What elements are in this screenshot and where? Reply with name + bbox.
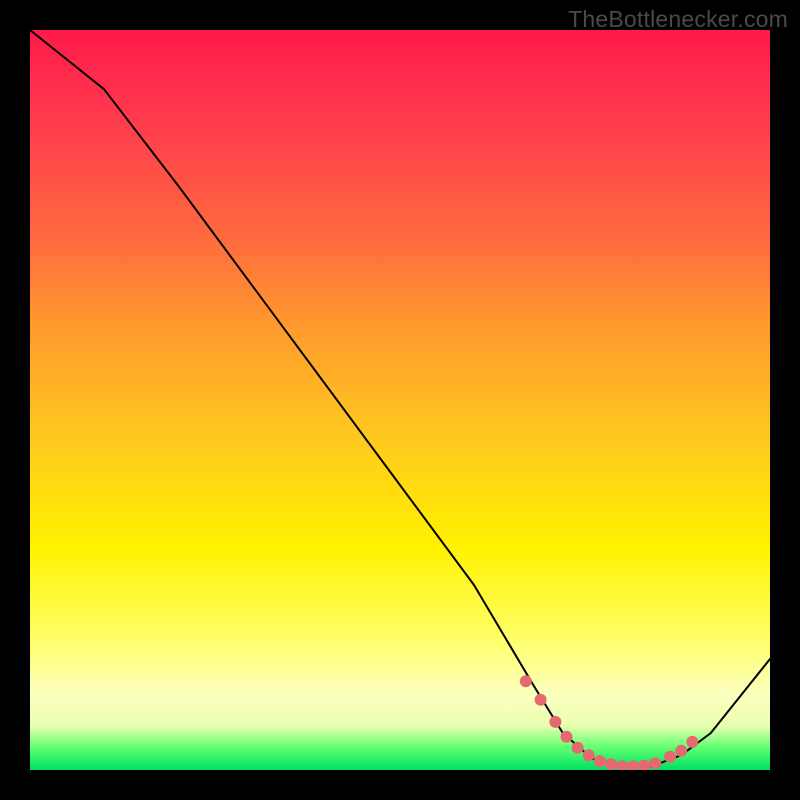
- highlight-point: [664, 751, 676, 763]
- highlight-point: [616, 760, 628, 770]
- highlight-point: [535, 694, 547, 706]
- highlight-point: [686, 736, 698, 748]
- bottleneck-curve: [30, 30, 770, 766]
- highlight-point: [549, 716, 561, 728]
- attribution-text: TheBottlenecker.com: [568, 6, 788, 33]
- highlight-point: [675, 745, 687, 757]
- plot-area: [30, 30, 770, 770]
- chart-svg: [30, 30, 770, 770]
- highlight-point: [649, 757, 661, 769]
- highlight-point: [638, 760, 650, 770]
- highlight-point: [627, 760, 639, 770]
- highlight-point: [572, 742, 584, 754]
- highlight-point: [561, 731, 573, 743]
- highlight-point: [520, 675, 532, 687]
- highlight-point: [583, 749, 595, 761]
- highlight-point: [605, 758, 617, 770]
- highlight-point: [594, 755, 606, 767]
- highlight-points: [520, 675, 699, 770]
